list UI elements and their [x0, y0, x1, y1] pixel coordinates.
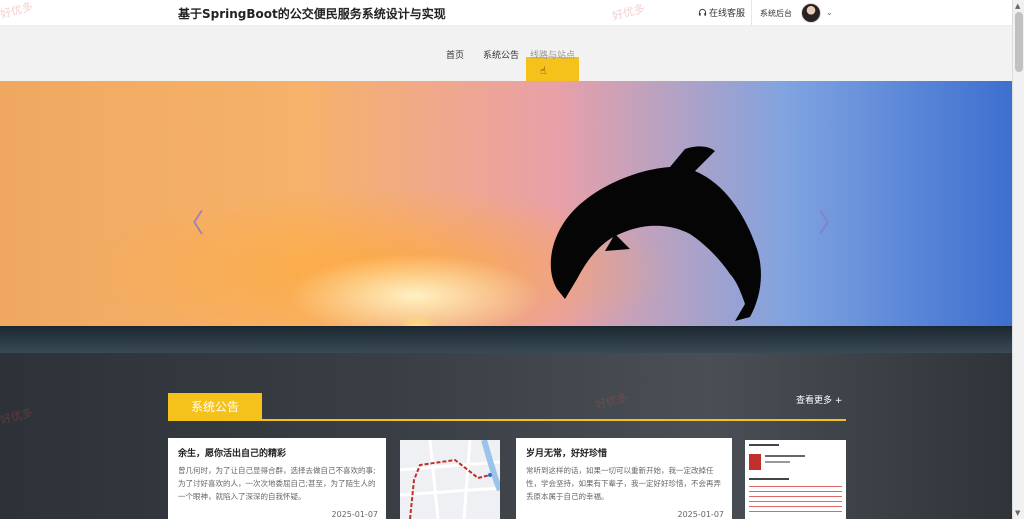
top-header: 基于SpringBoot的公交便民服务系统设计与实现 在线客服 系统后台 ⌄ [0, 0, 1012, 26]
dolphin-silhouette [550, 146, 761, 321]
customer-service-link[interactable]: 在线客服 [698, 6, 745, 19]
document-image [745, 440, 846, 519]
view-more-link[interactable]: 查看更多 + [796, 393, 842, 406]
notice-card[interactable]: 余生，愿你活出自己的精彩 曾几何时，为了让自己显得合群，选择去做自己不喜欢的事;… [168, 438, 386, 519]
avatar[interactable] [801, 3, 821, 23]
watermark: 好优多 [0, 405, 35, 428]
notice-card-date: 2025-01-07 [331, 510, 379, 519]
site-title: 基于SpringBoot的公交便民服务系统设计与实现 [178, 7, 446, 21]
map-image [400, 440, 500, 519]
notice-card-title: 岁月无常，好好珍惜 [526, 449, 608, 459]
notice-card[interactable]: 岁月无常，好好珍惜 常听到这样的话，如果一切可以重新开始，我一定改掉任性，学会坚… [516, 438, 732, 519]
sea-horizon [0, 326, 1012, 353]
notice-card-body: 常听到这样的话，如果一切可以重新开始，我一定改掉任性，学会坚持，如果有下辈子，我… [526, 466, 721, 501]
chevron-right-icon[interactable]: 〉 [818, 203, 844, 240]
notice-card-date: 2025-01-07 [677, 510, 725, 519]
notice-card-body: 曾几何时，为了让自己显得合群，选择去做自己不喜欢的事;为了讨好喜欢的人，一次次地… [178, 466, 376, 501]
notice-section: 系统公告 查看更多 + 余生，愿你活出自己的精彩 曾几何时，为了让自己显得合群，… [0, 353, 1012, 519]
scroll-up-icon[interactable]: ▲ [1015, 2, 1020, 10]
scrollbar-thumb[interactable] [1015, 12, 1023, 72]
scroll-down-icon[interactable]: ▼ [1015, 509, 1020, 517]
page-scrollbar[interactable]: ▲ ▼ [1012, 0, 1024, 519]
main-nav: 首页 系统公告 线路与站点 ☝ [0, 26, 1012, 81]
nav-item-notice[interactable]: 系统公告 [483, 48, 519, 61]
chevron-down-icon[interactable]: ⌄ [826, 8, 833, 17]
customer-service-label: 在线客服 [709, 9, 746, 19]
notice-section-title: 系统公告 [168, 393, 262, 419]
section-divider [168, 419, 846, 421]
notice-thumbnail-map[interactable] [400, 440, 500, 519]
chevron-left-icon[interactable]: 〈 [178, 203, 204, 240]
watermark: 好优多 [594, 390, 630, 413]
banner-carousel[interactable]: 〈 〉 [0, 81, 1012, 353]
notice-thumbnail-document[interactable] [745, 440, 846, 519]
admin-link[interactable]: 系统后台 [751, 0, 800, 26]
notice-card-title: 余生，愿你活出自己的精彩 [178, 449, 287, 459]
nav-item-routes[interactable]: 线路与站点 [530, 48, 575, 61]
headset-icon [698, 8, 707, 16]
pointer-cursor-icon: ☝ [540, 66, 547, 77]
nav-item-home[interactable]: 首页 [446, 48, 464, 61]
